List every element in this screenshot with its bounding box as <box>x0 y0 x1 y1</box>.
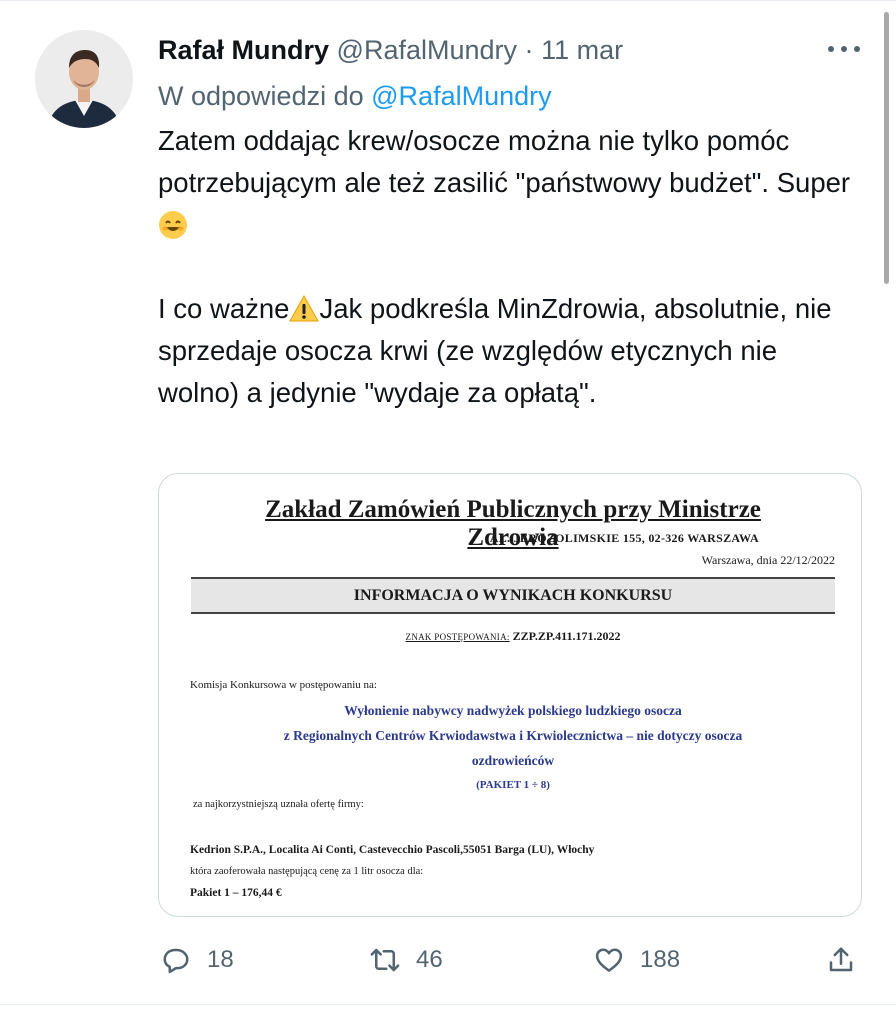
doc-package-range: (PAKIET 1 ÷ 8) <box>476 779 550 791</box>
retweet-icon <box>370 948 400 972</box>
more-icon[interactable] <box>826 36 862 64</box>
media-image[interactable]: Zakład Zamówień Publicznych przy Ministr… <box>158 473 862 917</box>
reply-handle-link[interactable]: @RafalMundry <box>371 81 551 111</box>
reply-count: 18 <box>207 946 234 973</box>
author-name[interactable]: Rafał Mundry <box>158 35 329 65</box>
doc-heading-box: INFORMACJA O WYNIKACH KONKURSU <box>191 577 835 614</box>
doc-address: AL. JEROZOLIMSKIE 155, 02-326 WARSZAWA <box>489 531 759 545</box>
like-count: 188 <box>640 946 681 973</box>
share-icon <box>829 947 853 972</box>
smiling-face-emoji <box>159 211 187 239</box>
tweet-header: Rafał Mundry @RafalMundry · 11 mar <box>158 30 758 70</box>
document-scan: Zakład Zamówień Publicznych przy Ministr… <box>159 474 861 916</box>
retweet-button[interactable]: 46 <box>370 940 443 980</box>
avatar[interactable] <box>35 30 133 128</box>
warning-emoji <box>289 294 320 322</box>
doc-company: Kedrion S.P.A., Localita Ai Conti, Caste… <box>190 844 595 856</box>
doc-case-value: ZZP.ZP.411.171.2022 <box>512 629 621 643</box>
avatar-photo <box>35 30 133 128</box>
doc-package-1: Pakiet 1 – 176,44 € <box>190 887 282 899</box>
doc-subject-line-3: ozdrowieńców <box>471 753 555 768</box>
doc-subject-line-1: Wyłonienie nabywcy nadwyżek polskiego lu… <box>344 703 682 718</box>
doc-committee: Komisja Konkursowa w postępowaniu na: <box>190 679 377 691</box>
heart-icon <box>595 948 623 972</box>
reply-context: W odpowiedzi do @RafalMundry <box>158 76 552 116</box>
doc-heading: INFORMACJA O WYNIKACH KONKURSU <box>353 587 673 604</box>
doc-case-label: ZNAK POSTĘPOWANIA: <box>405 632 510 642</box>
header-separator: · <box>524 35 534 65</box>
share-button[interactable] <box>826 940 856 980</box>
like-button[interactable]: 188 <box>594 940 680 980</box>
reply-button[interactable]: 18 <box>161 940 234 980</box>
tweet-paragraph-2: I co ważne Jak podkreśla MinZdrowia, abso… <box>158 293 832 408</box>
author-handle[interactable]: @RafalMundry <box>337 35 517 65</box>
tweet-text: Zatem oddając krew/osocze można nie tylk… <box>158 120 858 414</box>
tweet-date[interactable]: 11 mar <box>541 35 623 65</box>
doc-case-number: ZNAK POSTĘPOWANIA: ZZP.ZP.411.171.2022 <box>191 629 835 644</box>
reply-icon <box>163 948 189 974</box>
reply-prefix: W odpowiedzi do <box>158 81 364 111</box>
doc-date: Warszawa, dnia 22/12/2022 <box>701 553 835 567</box>
top-divider <box>0 0 896 1</box>
doc-subject-line-2: z Regionalnych Centrów Krwiodawstwa i Kr… <box>283 728 743 743</box>
tweet-actions: 18 46 188 <box>0 940 896 980</box>
bottom-divider <box>0 1004 896 1005</box>
tweet-paragraph-1: Zatem oddając krew/osocze można nie tylk… <box>158 120 858 246</box>
scrollbar[interactable] <box>884 12 889 284</box>
doc-subject: Wyłonienie nabywcy nadwyżek polskiego lu… <box>191 698 835 798</box>
doc-offered: która zaoferowała następującą cenę za 1 … <box>190 866 424 877</box>
retweet-count: 46 <box>416 946 443 973</box>
doc-best-offer: za najkorzystniejszą uznała ofertę firmy… <box>193 799 364 810</box>
